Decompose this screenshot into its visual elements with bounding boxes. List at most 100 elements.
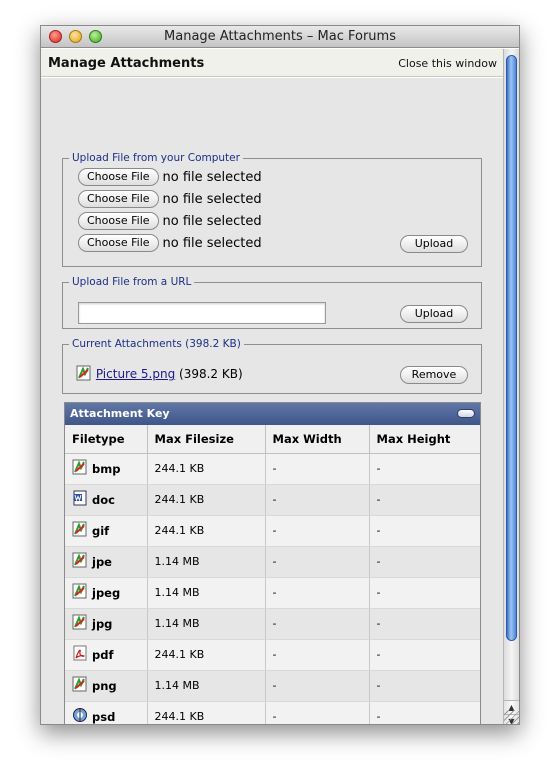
- max-filesize-cell: 1.14 MB: [147, 546, 266, 578]
- choose-file-button-3[interactable]: Choose File: [78, 212, 159, 230]
- collapse-toggle-icon[interactable]: [457, 409, 475, 418]
- attachment-key-title: Attachment Key: [70, 407, 170, 420]
- column-header-max-height: Max Height: [369, 425, 480, 454]
- table-row: jpe 1.14 MB - -: [65, 546, 480, 578]
- choose-file-button-1[interactable]: Choose File: [78, 168, 159, 186]
- max-height-cell: -: [369, 670, 480, 702]
- close-window-link[interactable]: Close this window: [398, 57, 497, 70]
- column-header-max-width: Max Width: [265, 425, 370, 454]
- upload-url-button[interactable]: Upload: [400, 305, 468, 323]
- current-attachments-legend: Current Attachments (398.2 KB): [72, 338, 241, 350]
- max-width-cell: -: [265, 639, 370, 671]
- table-row: pdf 244.1 KB - -: [65, 639, 480, 671]
- image-icon: [72, 459, 88, 478]
- file-input-row-1: Choose File no file selected: [78, 168, 262, 186]
- filetype-cell: jpg: [65, 608, 148, 640]
- filetype-extension: psd: [92, 709, 116, 724]
- attachment-link[interactable]: Picture 5.png: [96, 367, 175, 381]
- max-filesize-cell: 244.1 KB: [147, 701, 266, 724]
- table-row: jpeg 1.14 MB - -: [65, 577, 480, 609]
- table-row: bmp 244.1 KB - -: [65, 453, 480, 485]
- resize-grip-icon[interactable]: [504, 710, 519, 724]
- max-filesize-cell: 244.1 KB: [147, 484, 266, 516]
- image-icon: [72, 676, 88, 695]
- max-height-cell: -: [369, 484, 480, 516]
- max-height-cell: -: [369, 546, 480, 578]
- choose-file-button-4[interactable]: Choose File: [78, 234, 159, 252]
- max-filesize-cell: 1.14 MB: [147, 670, 266, 702]
- filetype-cell: psd: [65, 701, 148, 724]
- table-header-row: Filetype Max Filesize Max Width Max Heig…: [65, 425, 480, 454]
- upload-url-section: Upload File from a URL Upload: [62, 276, 482, 329]
- file-input-row-4: Choose File no file selected: [78, 234, 262, 252]
- filetype-cell: png: [65, 670, 148, 702]
- max-height-cell: -: [369, 515, 480, 547]
- attachment-size: (398.2 KB): [179, 367, 243, 381]
- filetype-cell: jpe: [65, 546, 148, 578]
- max-height-cell: -: [369, 453, 480, 485]
- filetype-cell: pdf: [65, 639, 148, 671]
- filetype-extension: jpe: [92, 554, 112, 569]
- attachments-window: Manage Attachments – Mac Forums Manage A…: [40, 25, 520, 725]
- scrollbar-thumb[interactable]: [506, 55, 517, 641]
- max-width-cell: -: [265, 701, 370, 724]
- attachments-body: Upload File from your Computer Choose Fi…: [41, 78, 504, 724]
- page-content: Manage Attachments Close this window Upl…: [41, 49, 504, 724]
- filetype-extension: doc: [92, 492, 115, 507]
- table-row: jpg 1.14 MB - -: [65, 608, 480, 640]
- image-icon: [72, 521, 88, 540]
- max-height-cell: -: [369, 701, 480, 724]
- filetype-extension: jpeg: [92, 585, 121, 600]
- filetype-cell: bmp: [65, 453, 148, 485]
- table-row: gif 244.1 KB - -: [65, 515, 480, 547]
- max-width-cell: -: [265, 608, 370, 640]
- file-status-4: no file selected: [162, 235, 262, 251]
- column-header-max-filesize: Max Filesize: [147, 425, 266, 454]
- max-height-cell: -: [369, 639, 480, 671]
- image-icon: [76, 365, 92, 384]
- choose-file-button-2[interactable]: Choose File: [78, 190, 159, 208]
- max-height-cell: -: [369, 608, 480, 640]
- remove-attachment-button[interactable]: Remove: [400, 366, 468, 384]
- file-input-row-3: Choose File no file selected: [78, 212, 262, 230]
- window-title: Manage Attachments – Mac Forums: [164, 29, 396, 44]
- table-row: psd 244.1 KB - -: [65, 701, 480, 724]
- table-row: png 1.14 MB - -: [65, 670, 480, 702]
- upload-url-legend: Upload File from a URL: [72, 276, 192, 288]
- photoshop-icon: [72, 707, 88, 724]
- pdf-icon: [72, 645, 88, 664]
- vertical-scrollbar[interactable]: ▲ ▼: [503, 49, 519, 724]
- max-filesize-cell: 1.14 MB: [147, 608, 266, 640]
- max-width-cell: -: [265, 546, 370, 578]
- filetype-extension: pdf: [92, 647, 114, 662]
- word-doc-icon: [72, 490, 88, 509]
- attachment-item: Picture 5.png (398.2 KB): [76, 365, 243, 384]
- filetype-extension: bmp: [92, 461, 121, 476]
- filetype-cell: gif: [65, 515, 148, 547]
- title-bar[interactable]: Manage Attachments – Mac Forums: [41, 26, 519, 48]
- upload-computer-section: Upload File from your Computer Choose Fi…: [62, 152, 482, 267]
- max-height-cell: -: [369, 577, 480, 609]
- file-status-2: no file selected: [162, 191, 262, 207]
- filetype-cell: doc: [65, 484, 148, 516]
- file-input-row-2: Choose File no file selected: [78, 190, 262, 208]
- file-status-1: no file selected: [162, 169, 262, 185]
- upload-computer-legend: Upload File from your Computer: [72, 152, 240, 164]
- filetype-cell: jpeg: [65, 577, 148, 609]
- attachment-key-panel: Attachment Key Filetype Max Filesize Max…: [64, 402, 481, 724]
- max-width-cell: -: [265, 484, 370, 516]
- attachment-key-table: Filetype Max Filesize Max Width Max Heig…: [65, 425, 480, 724]
- image-icon: [72, 614, 88, 633]
- max-filesize-cell: 1.14 MB: [147, 577, 266, 609]
- max-width-cell: -: [265, 577, 370, 609]
- max-width-cell: -: [265, 670, 370, 702]
- image-icon: [72, 583, 88, 602]
- current-attachments-section: Current Attachments (398.2 KB) Picture 5…: [62, 338, 482, 394]
- url-input[interactable]: [78, 302, 326, 324]
- attachment-key-header: Attachment Key: [65, 403, 480, 425]
- max-filesize-cell: 244.1 KB: [147, 453, 266, 485]
- table-row: doc 244.1 KB - -: [65, 484, 480, 516]
- column-header-filetype: Filetype: [65, 425, 148, 454]
- upload-computer-button[interactable]: Upload: [400, 235, 468, 253]
- max-filesize-cell: 244.1 KB: [147, 515, 266, 547]
